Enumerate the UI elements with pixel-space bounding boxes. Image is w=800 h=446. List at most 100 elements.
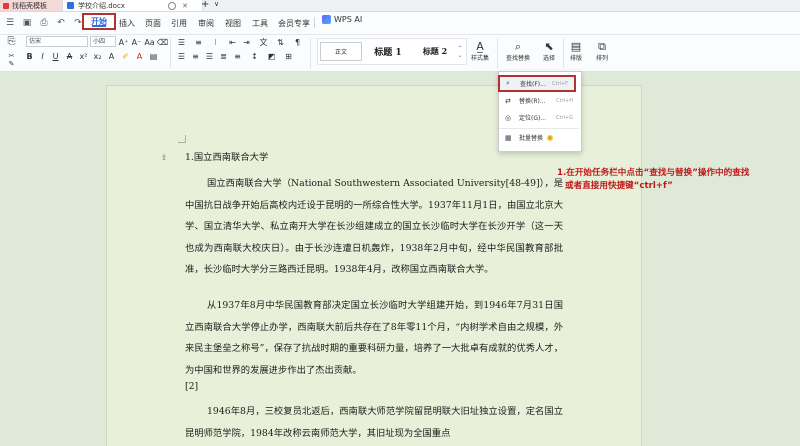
shrink-font-icon[interactable]: A⁻	[131, 37, 142, 48]
paragraph[interactable]: 1946年8月，三校复员北返后，西南联大师范学院留昆明联大旧址独立设置，定名国立…	[185, 401, 563, 444]
menu-reference[interactable]: 引用	[171, 15, 187, 31]
increase-indent-icon[interactable]: ⇥	[241, 37, 252, 48]
align-right-icon[interactable]: ☰	[204, 51, 215, 62]
subscript-icon[interactable]: x₂	[92, 51, 103, 62]
clear-format-icon[interactable]: ⌫	[157, 37, 168, 48]
menu-item-batch-label: 批量替换	[519, 135, 544, 142]
layout-button[interactable]: ▤ 排版	[562, 41, 590, 63]
align-left-icon[interactable]: ☰	[176, 51, 187, 62]
unsaved-dot-icon	[168, 2, 176, 10]
search-icon: ⌕	[514, 40, 522, 53]
line-spacing-icon[interactable]: ↕	[249, 51, 260, 62]
menu-member[interactable]: 会员专享	[278, 15, 310, 31]
font-name-select[interactable]: 仿宋	[26, 36, 88, 47]
wps-ai-button[interactable]: WPS AI	[322, 15, 362, 24]
bold-icon[interactable]: B	[24, 51, 35, 62]
ribbon-divider	[170, 38, 171, 68]
style-heading1[interactable]: 标题 1	[362, 45, 414, 58]
format-painter-icon[interactable]: ✎	[6, 58, 17, 69]
annotation-line: 或者直接用快捷键“ctrl+f”	[565, 181, 673, 191]
shortcut-label: Ctrl+H	[556, 97, 573, 104]
char-shading-icon[interactable]: ▤	[148, 51, 159, 62]
cursor-icon: ⬉	[544, 40, 554, 53]
tab-list-button[interactable]: ∨	[214, 0, 219, 8]
change-case-icon[interactable]: Aa	[144, 37, 155, 48]
shading-icon[interactable]: ◩	[266, 51, 277, 62]
paragraph[interactable]: 国立西南联合大学（National Southwestern Associate…	[185, 173, 563, 281]
italic-icon[interactable]: I	[37, 51, 48, 62]
menu-insert[interactable]: 插入	[119, 15, 135, 31]
menu-review[interactable]: 审阅	[198, 15, 214, 31]
distributed-icon[interactable]: ≡	[232, 51, 243, 62]
menu-item-batch-replace[interactable]: ▦ 批量替换 ♛	[499, 128, 579, 146]
instruction-annotation: 1.在开始任务栏中点击“查找与替换”操作中的查找 或者直接用快捷键“ctrl+f…	[557, 167, 787, 193]
menu-start[interactable]: 开始	[82, 13, 116, 30]
word-doc-icon	[67, 2, 74, 9]
menu-item-replace-label: 替换(R)...	[519, 98, 546, 105]
style-set-button[interactable]: A̲ 样式集	[466, 41, 494, 63]
menu-icon[interactable]: ☰	[4, 16, 16, 29]
tab-document-label: 学校介绍.docx	[78, 1, 125, 10]
drag-handle-icon[interactable]: ⁞⁞	[162, 153, 166, 162]
chinese-layout-icon[interactable]: 文	[258, 37, 269, 48]
print-icon[interactable]: ⎙	[38, 16, 50, 29]
decrease-indent-icon[interactable]: ⇤	[227, 37, 238, 48]
find-replace-button[interactable]: ⌕ 查找替换	[500, 37, 534, 68]
shortcut-label: Ctrl+G	[556, 114, 573, 121]
menu-item-replace[interactable]: ⇄ 替换(R)... Ctrl+H	[499, 92, 579, 109]
menu-item-find-label: 查找(F)...	[520, 81, 546, 88]
style-gallery: 正文 标题 1 标题 2 ⌃ ⌄	[317, 38, 467, 65]
ribbon-divider	[310, 38, 311, 68]
ribbon-toolbar: ⎘ ✂ ✎ 仿宋 小四 A⁺ A⁻ Aa ⌫ B I U A x² x₂ A ✐…	[0, 35, 800, 72]
numbered-list-icon[interactable]: ≡	[193, 37, 204, 48]
font-size-select[interactable]: 小四	[90, 36, 116, 47]
menu-item-goto-label: 定位(G)...	[519, 115, 547, 122]
margin-corner-mark	[178, 135, 186, 143]
tab-template-label: 找稻壳模板	[12, 1, 47, 10]
search-icon: ⌕	[506, 79, 510, 87]
style-heading2[interactable]: 标题 2	[414, 46, 456, 57]
citation[interactable]: [2]	[185, 376, 563, 398]
text-effect-icon[interactable]: A	[106, 51, 117, 62]
show-marks-icon[interactable]: ¶	[292, 37, 303, 48]
font-color-icon[interactable]: A	[134, 51, 145, 62]
wps-ai-icon	[322, 15, 331, 24]
style-set-label: 样式集	[470, 55, 489, 62]
premium-crown-icon: ♛	[547, 134, 554, 141]
underline-icon[interactable]: U	[50, 51, 61, 62]
strikethrough-icon[interactable]: A	[64, 51, 75, 62]
close-icon[interactable]: ✕	[182, 2, 188, 10]
arrange-button[interactable]: ⧉ 排列	[588, 41, 616, 63]
ribbon-divider	[497, 38, 498, 68]
paste-icon[interactable]: ⎘	[6, 36, 17, 47]
menu-page[interactable]: 页面	[145, 15, 161, 31]
menu-view[interactable]: 视图	[225, 15, 241, 31]
style-scroll-icon[interactable]: ⌃ ⌄	[456, 45, 464, 59]
tab-document[interactable]: 学校介绍.docx ✕	[62, 0, 203, 11]
align-center-icon[interactable]: ≡	[190, 51, 201, 62]
wps-ai-label: WPS AI	[334, 15, 363, 24]
menu-bar: ☰ ▣ ⎙ ↶ ↷ ⌄ 开始 插入 页面 引用 审阅 视图 工具 会员专享 WP…	[0, 12, 800, 35]
arrange-label: 排列	[595, 55, 608, 62]
save-icon[interactable]: ▣	[21, 16, 33, 29]
undo-icon[interactable]: ↶	[55, 16, 67, 29]
menu-item-find[interactable]: ⌕ 查找(F)... Ctrl+F	[498, 75, 576, 92]
select-button[interactable]: ⬉ 选择	[535, 40, 563, 63]
menu-item-goto[interactable]: ◎ 定位(G)... Ctrl+G	[499, 109, 579, 126]
style-normal[interactable]: 正文	[320, 42, 362, 61]
multilevel-list-icon[interactable]: ⁝	[210, 37, 221, 48]
grow-font-icon[interactable]: A⁺	[118, 37, 129, 48]
borders-icon[interactable]: ⊞	[283, 51, 294, 62]
locate-icon: ◎	[505, 113, 512, 122]
paragraph[interactable]: 从1937年8月中华民国教育部决定国立长沙临时大学组建开始，到1946年7月31…	[185, 295, 563, 381]
tab-template[interactable]: 找稻壳模板	[0, 0, 63, 11]
bullet-list-icon[interactable]: ☰	[176, 37, 187, 48]
sort-icon[interactable]: ⇅	[275, 37, 286, 48]
new-tab-button[interactable]: +	[201, 0, 209, 10]
highlight-icon[interactable]: ✐	[120, 51, 131, 62]
superscript-icon[interactable]: x²	[78, 51, 89, 62]
justify-icon[interactable]: ≣	[218, 51, 229, 62]
menu-divider	[314, 17, 315, 28]
menu-tools[interactable]: 工具	[252, 15, 268, 31]
find-replace-label: 查找替换	[505, 55, 530, 62]
